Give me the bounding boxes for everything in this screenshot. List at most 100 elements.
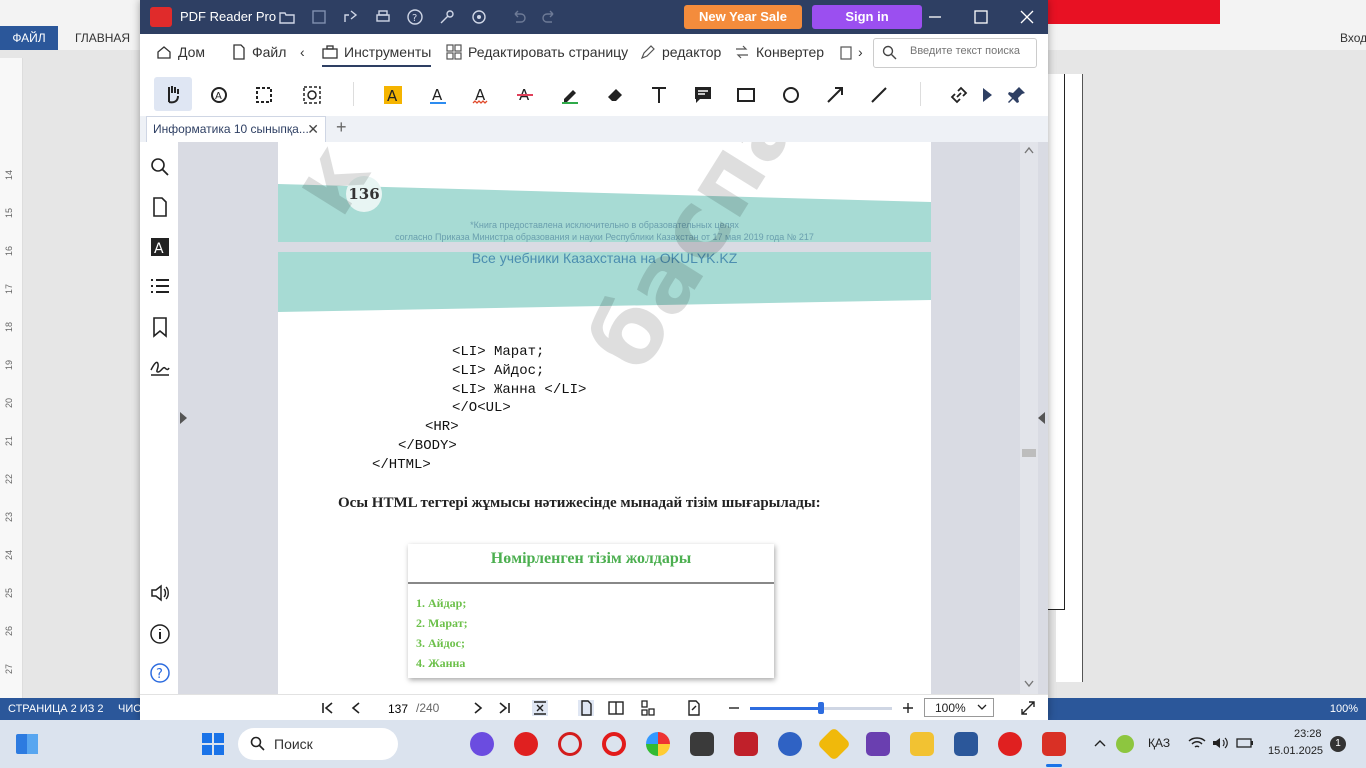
menu-scroll-left-icon[interactable]: ‹ <box>300 44 305 60</box>
sign-in-button[interactable]: Sign in <box>812 5 922 29</box>
chrome-icon[interactable] <box>646 732 670 756</box>
tray-expand-icon[interactable] <box>1094 738 1106 748</box>
prev-page-icon[interactable] <box>348 700 364 716</box>
zoom-out-icon[interactable] <box>726 700 742 716</box>
new-tab-icon[interactable]: + <box>336 117 347 138</box>
highlight-tool[interactable]: A <box>380 82 406 108</box>
opera-gx-icon[interactable] <box>558 732 582 756</box>
rectangle-tool[interactable] <box>733 82 759 108</box>
yandex-browser-icon[interactable] <box>514 732 538 756</box>
document-tab[interactable]: Информатика 10 сыныпқа... ✕ <box>146 116 326 142</box>
zoom-select-button[interactable] <box>299 82 325 108</box>
menu-edit-page[interactable]: Редактировать страницу <box>446 44 628 60</box>
two-page-icon[interactable] <box>608 700 624 716</box>
menu-file[interactable]: Файл <box>232 44 286 60</box>
oval-tool[interactable] <box>778 82 804 108</box>
sidebar-outline-icon[interactable] <box>149 276 171 298</box>
volume-icon[interactable] <box>1212 736 1230 750</box>
sidebar-thumbnails-icon[interactable] <box>149 196 171 218</box>
search-box[interactable] <box>873 38 1037 68</box>
menu-editor[interactable]: редактор <box>640 44 721 60</box>
pdf-reader-taskbar-icon[interactable] <box>1042 732 1066 756</box>
yandex-app-icon[interactable] <box>998 732 1022 756</box>
menu-scroll-right-icon[interactable]: › <box>858 44 863 60</box>
settings-icon[interactable] <box>470 8 488 26</box>
note-tool[interactable] <box>690 82 716 108</box>
wifi-icon[interactable] <box>1188 736 1206 750</box>
minimize-icon[interactable] <box>926 8 944 26</box>
next-page-icon[interactable] <box>470 700 486 716</box>
word-login[interactable]: Вход <box>1340 26 1366 50</box>
keyboard-language[interactable]: ҚАЗ <box>1148 736 1170 750</box>
underline-tool[interactable]: A <box>425 82 451 108</box>
pin-toolbar-button[interactable] <box>1004 82 1030 108</box>
pen-tool[interactable] <box>557 82 583 108</box>
menu-tools[interactable]: Инструменты <box>322 44 432 67</box>
word-app-icon[interactable] <box>954 732 978 756</box>
document-viewer[interactable]: 136 *Книга предоставлена исключительно в… <box>178 142 1048 694</box>
game-controller-icon[interactable] <box>866 732 890 756</box>
redo-icon[interactable] <box>540 8 558 26</box>
print-icon[interactable] <box>374 8 392 26</box>
help-circle-icon[interactable]: ? <box>149 662 171 684</box>
form-icon[interactable] <box>840 46 852 60</box>
menu-home[interactable]: Дом <box>156 44 205 60</box>
opera-icon[interactable] <box>602 732 626 756</box>
zoom-slider-handle[interactable] <box>818 702 824 714</box>
strikeout-tool[interactable]: A <box>512 82 538 108</box>
fullscreen-icon[interactable] <box>1020 700 1036 716</box>
word-word-count[interactable]: ЧИС <box>118 698 141 720</box>
vertical-scrollbar[interactable] <box>1020 142 1038 694</box>
collapse-left-icon[interactable] <box>180 412 187 424</box>
file-explorer-icon[interactable] <box>910 732 934 756</box>
eraser-tool[interactable] <box>602 82 628 108</box>
widgets-icon[interactable] <box>16 734 38 754</box>
sidebar-search-icon[interactable] <box>149 156 171 178</box>
binance-icon[interactable] <box>817 727 851 761</box>
book-mode-icon[interactable] <box>640 700 656 716</box>
squiggly-tool[interactable]: A <box>468 82 494 108</box>
save-icon[interactable] <box>310 8 328 26</box>
zoom-in-icon[interactable] <box>900 700 916 716</box>
last-page-icon[interactable] <box>496 700 512 716</box>
scroll-down-icon[interactable] <box>1024 680 1034 688</box>
close-icon[interactable] <box>1018 8 1036 26</box>
zoom-slider[interactable] <box>750 702 892 714</box>
tray-app-icon[interactable] <box>1116 735 1134 753</box>
new-year-sale-button[interactable]: New Year Sale <box>684 5 802 29</box>
clock-time[interactable]: 23:28 <box>1294 728 1322 740</box>
start-windows-icon[interactable] <box>202 733 224 755</box>
undo-icon[interactable] <box>510 8 528 26</box>
word-page-count[interactable]: СТРАНИЦА 2 ИЗ 2 <box>8 698 104 720</box>
taskbar-search[interactable]: Поиск <box>238 728 398 760</box>
sidebar-annotations-icon[interactable]: A <box>149 236 171 258</box>
text-box-tool[interactable] <box>646 82 672 108</box>
notification-badge[interactable]: 1 <box>1330 736 1346 752</box>
help-icon[interactable]: ? <box>406 8 424 26</box>
word-zoom-level[interactable]: 100% <box>1330 698 1358 720</box>
page-number-input[interactable] <box>376 698 420 720</box>
line-tool[interactable] <box>866 82 892 108</box>
word-file-tab[interactable]: ФАЙЛ <box>0 26 58 50</box>
mts-app-icon[interactable] <box>734 732 758 756</box>
yandex-icon[interactable] <box>778 732 802 756</box>
rotate-page-icon[interactable] <box>686 700 702 716</box>
read-aloud-icon[interactable] <box>149 582 171 604</box>
maximize-icon[interactable] <box>972 8 990 26</box>
scrollbar-thumb[interactable] <box>1022 449 1036 457</box>
zoom-dropdown[interactable]: 100% <box>924 698 994 717</box>
hand-tool-button[interactable] <box>154 77 192 111</box>
scroll-up-icon[interactable] <box>1024 146 1034 154</box>
link-tool[interactable] <box>946 82 972 108</box>
tab-close-icon[interactable]: ✕ <box>307 117 319 141</box>
content-select-button[interactable]: A <box>206 82 232 108</box>
arrow-tool[interactable] <box>822 82 848 108</box>
search-input[interactable] <box>908 44 1036 58</box>
more-tools-button[interactable] <box>974 82 1000 108</box>
sidebar-signature-icon[interactable] <box>149 356 171 378</box>
area-select-button[interactable] <box>251 82 277 108</box>
world-of-tanks-icon[interactable] <box>690 732 714 756</box>
first-page-icon[interactable] <box>320 700 336 716</box>
single-page-icon[interactable] <box>578 700 594 716</box>
key-icon[interactable] <box>438 8 456 26</box>
